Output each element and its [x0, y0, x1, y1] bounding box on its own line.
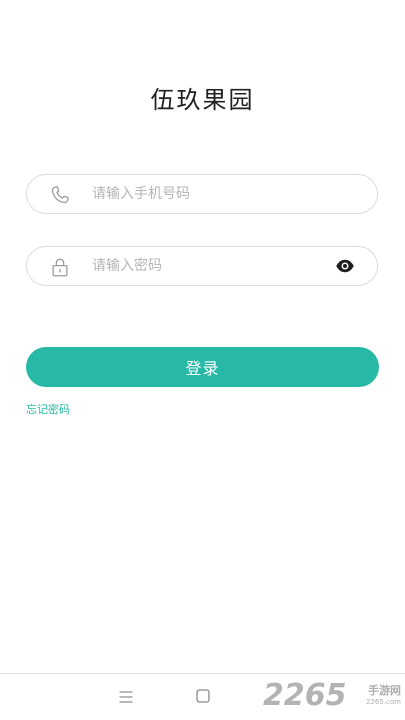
eye-icon[interactable]: [335, 257, 355, 275]
password-placeholder: 请输入密码: [92, 258, 162, 274]
password-input[interactable]: 请输入密码: [26, 246, 378, 286]
app-title: 伍玖果园: [150, 86, 255, 114]
watermark-url: 2265.com: [366, 698, 401, 706]
watermark-site: 手游网: [368, 684, 401, 697]
phone-input[interactable]: 请输入手机号码: [26, 174, 378, 214]
forgot-password-link[interactable]: 忘记密码: [26, 401, 70, 417]
phone-placeholder: 请输入手机号码: [92, 186, 190, 202]
home-icon[interactable]: [196, 689, 210, 703]
system-nav-bar: 2265 手游网 2265.com: [0, 673, 405, 720]
login-screen: 伍玖果园 请输入手机号码 请输入密码 登录 忘记密码 2265 手游网 2265…: [0, 0, 405, 720]
phone-icon: [51, 186, 69, 204]
watermark-logo: 2265 手游网 2265.com: [263, 678, 403, 714]
login-button[interactable]: 登录: [26, 347, 379, 387]
lock-icon: [52, 258, 68, 277]
watermark-number: 2265: [263, 678, 347, 713]
menu-icon[interactable]: [119, 691, 133, 703]
